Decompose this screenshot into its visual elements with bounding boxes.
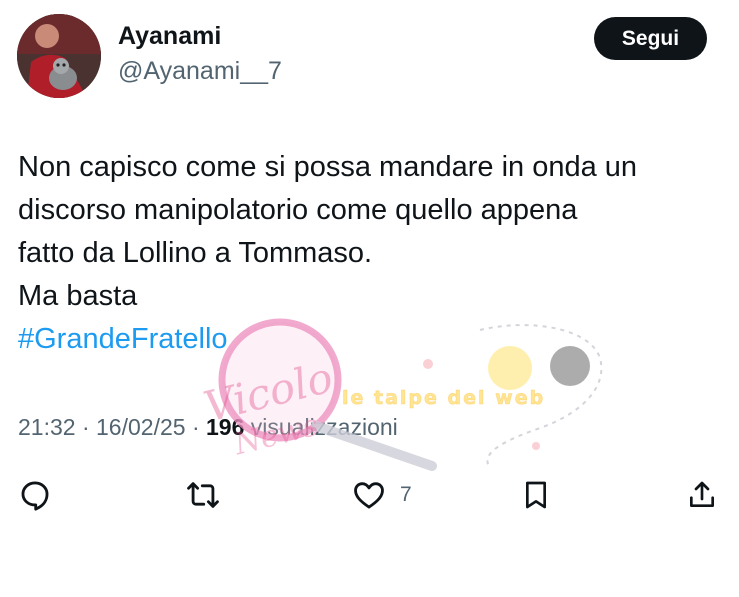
retweet-icon [187,482,219,508]
like-button[interactable]: 7 [352,478,412,512]
avatar[interactable] [17,14,101,98]
share-icon [690,481,714,507]
author-display-name[interactable]: Ayanami [118,22,221,51]
meta-separator: · [81,414,90,440]
tweet-text-line: Non capisco come si possa mandare in ond… [18,151,638,183]
tweet-text-line: discorso manipolatorio come quello appen… [18,194,578,226]
share-button[interactable] [686,478,718,512]
bookmark-button[interactable] [520,478,552,512]
views-label: visualizzazioni [250,414,398,440]
follow-button[interactable]: Segui [594,17,707,60]
meta-separator: · [191,414,200,440]
tweet-text-line: fatto da Lollino a Tommaso. [18,237,373,269]
tweet-meta: 21:32 · 16/02/25 · 196 visualizzazioni [18,414,398,441]
reply-button[interactable] [18,478,52,512]
bookmark-icon [526,481,546,509]
tweet-date[interactable]: 16/02/25 [96,414,186,440]
avatar-image [17,14,101,98]
svg-text:le talpe del web: le talpe del web [342,387,545,409]
author-handle[interactable]: @Ayanami__7 [118,57,282,86]
reply-icon [21,481,49,511]
tweet-text: Non capisco come si possa mandare in ond… [18,146,718,361]
tweet-text-line: Ma basta [18,280,138,312]
like-count: 7 [400,483,412,506]
tweet-time[interactable]: 21:32 [18,414,76,440]
action-bar: 7 [0,470,739,520]
hashtag-link[interactable]: #GrandeFratello [18,318,718,361]
retweet-button[interactable] [185,478,221,512]
heart-icon [354,482,384,509]
views-count: 196 [206,414,245,440]
